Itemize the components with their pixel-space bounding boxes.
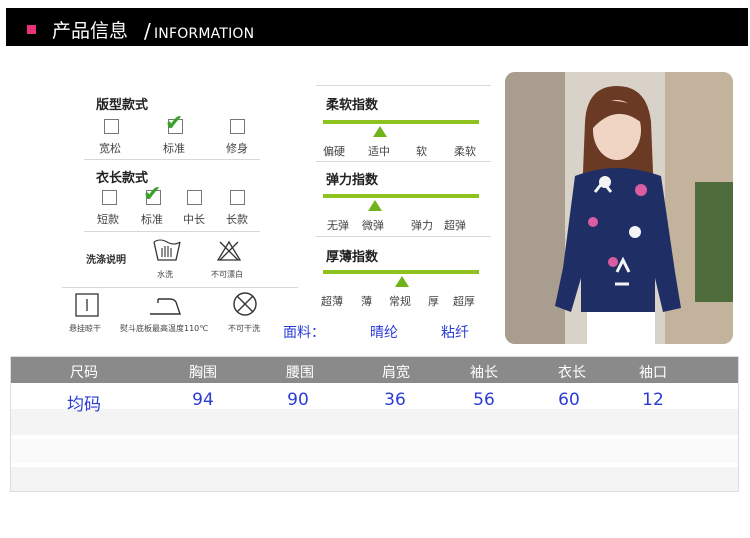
size-header-cell: 袖口 [639, 365, 667, 381]
thickness-label: 薄 [361, 295, 372, 308]
size-cell: 36 [384, 390, 406, 410]
size-table: 尺码 胸围 腰围 肩宽 袖长 衣长 袖口 均码 94 90 36 56 60 1… [10, 356, 739, 492]
divider [84, 231, 260, 232]
softness-label: 偏硬 [323, 145, 345, 158]
size-cell: 94 [192, 390, 214, 410]
header-accent-square [27, 25, 36, 34]
checkmark-icon: ✔ [165, 111, 184, 136]
divider [316, 161, 491, 162]
length-style-title: 衣长款式 [96, 171, 149, 186]
care-label: 悬挂晾干 [69, 324, 101, 333]
thickness-scale-bar [323, 270, 479, 274]
iron-icon [150, 298, 181, 315]
softness-label: 软 [416, 145, 427, 158]
header-title: 产品信息 [52, 20, 129, 42]
thickness-label: 超薄 [321, 295, 343, 308]
no-tumble-dry-icon [233, 292, 257, 316]
divider [316, 85, 491, 86]
table-empty-row [11, 467, 738, 491]
thickness-label: 厚 [428, 295, 439, 308]
checkmark-icon: ✔ [143, 182, 162, 207]
size-header-cell: 衣长 [558, 365, 586, 381]
fabric-label: 面料： [283, 325, 325, 341]
section-header: 产品信息 / INFORMATION [6, 8, 748, 46]
elasticity-scale-bar [323, 194, 479, 198]
softness-indicator-icon [373, 126, 387, 137]
fit-checkbox-slim [230, 119, 245, 134]
fit-option-label: 修身 [226, 142, 248, 155]
size-header-cell: 腰围 [286, 365, 314, 381]
thickness-label: 常规 [389, 295, 411, 308]
softness-label: 适中 [368, 145, 390, 158]
product-photo [505, 72, 733, 344]
fit-style-title: 版型款式 [96, 98, 149, 113]
length-option-label: 短款 [97, 213, 119, 226]
length-option-label: 长款 [226, 213, 248, 226]
size-header-cell: 肩宽 [382, 365, 410, 381]
size-header-cell: 胸围 [189, 365, 217, 381]
divider [316, 236, 491, 237]
fabric-value: 粘纤 [441, 325, 469, 341]
length-option-label: 中长 [183, 213, 205, 226]
wash-title: 洗涤说明 [86, 255, 126, 266]
size-cell: 60 [558, 390, 580, 410]
no-bleach-icon [216, 240, 242, 261]
wash-icon-label: 水洗 [157, 270, 173, 279]
table-empty-row [11, 409, 738, 435]
length-option-label: 标准 [141, 213, 163, 226]
table-empty-row [11, 439, 738, 463]
elasticity-label: 微弹 [362, 219, 384, 232]
elasticity-indicator-icon [368, 200, 382, 211]
length-checkbox-short [102, 190, 117, 205]
fit-checkbox-loose [104, 119, 119, 134]
hand-wash-icon [153, 239, 181, 261]
softness-label: 柔软 [454, 145, 476, 158]
elasticity-label: 弹力 [411, 219, 433, 232]
hang-dry-icon [75, 293, 99, 317]
size-cell: 56 [473, 390, 495, 410]
elasticity-label: 无弹 [327, 219, 349, 232]
divider [62, 287, 298, 288]
fit-option-label: 宽松 [99, 142, 121, 155]
wash-icon-label: 不可漂白 [211, 270, 243, 279]
care-label: 熨斗底板最高温度110℃ [120, 324, 209, 333]
fit-option-label: 标准 [163, 142, 185, 155]
thickness-indicator-icon [395, 276, 409, 287]
size-header-cell: 袖长 [470, 365, 498, 381]
length-checkbox-long [230, 190, 245, 205]
size-cell: 90 [287, 390, 309, 410]
care-label: 不可干洗 [228, 324, 260, 333]
length-checkbox-medium [187, 190, 202, 205]
header-subtitle: / INFORMATION [144, 19, 255, 43]
divider [84, 159, 260, 160]
thickness-label: 超厚 [453, 295, 475, 308]
softness-scale-bar [323, 120, 479, 124]
elasticity-label: 超弹 [444, 219, 466, 232]
size-table-header: 尺码 胸围 腰围 肩宽 袖长 衣长 袖口 [11, 357, 738, 383]
elasticity-title: 弹力指数 [326, 173, 379, 188]
size-cell: 均码 [67, 395, 101, 415]
size-cell: 12 [642, 390, 664, 410]
fabric-value: 晴纶 [370, 325, 398, 341]
softness-title: 柔软指数 [326, 98, 379, 113]
size-header-cell: 尺码 [70, 365, 98, 381]
thickness-title: 厚薄指数 [326, 250, 379, 265]
